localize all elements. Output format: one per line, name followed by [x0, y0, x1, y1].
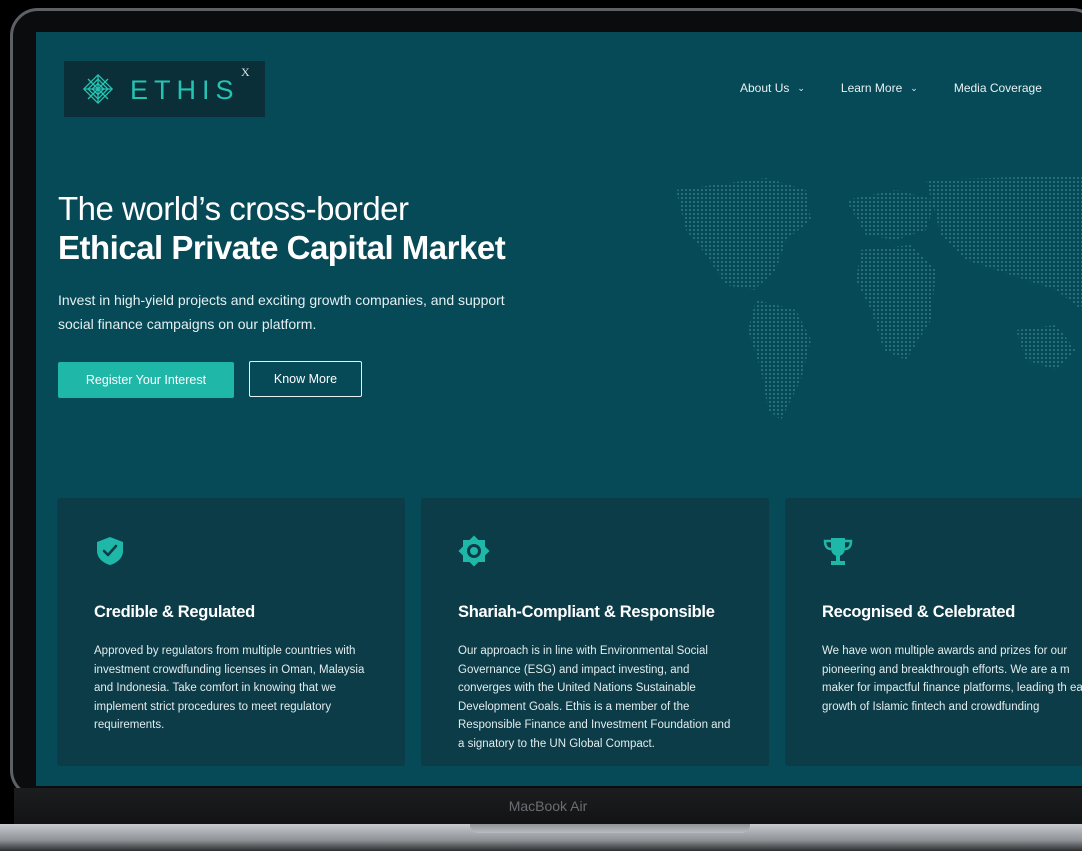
logo-mark-icon — [82, 73, 114, 105]
chevron-down-icon: ⌄ — [797, 82, 805, 93]
card-title: Shariah-Compliant & Responsible — [458, 603, 715, 621]
chevron-down-icon: ⌄ — [910, 82, 918, 93]
device-label: MacBook Air — [508, 798, 588, 814]
nav-item-label: About Us — [740, 81, 790, 95]
shield-check-icon — [97, 537, 123, 565]
nav-item-learn-more[interactable]: Learn More ⌄ — [841, 81, 918, 95]
hero-title-line2: Ethical Private Capital Market — [58, 229, 506, 266]
laptop-notch — [470, 824, 750, 833]
world-map-illustration — [676, 175, 1082, 420]
browser-screen: ETHIS X About Us ⌄ Learn More ⌄ Media Co… — [36, 32, 1082, 786]
card-title: Credible & Regulated — [94, 603, 255, 621]
laptop-chin: MacBook Air — [14, 788, 1082, 824]
card-body: Approved by regulators from multiple cou… — [94, 645, 365, 731]
nav-item-about-us[interactable]: About Us ⌄ — [740, 81, 805, 95]
logo-wordmark: ETHIS — [130, 75, 240, 105]
feature-card-shariah: Shariah-Compliant & Responsible Our appr… — [421, 498, 769, 766]
trophy-icon — [823, 538, 853, 565]
register-interest-button[interactable]: Register Your Interest — [58, 362, 234, 398]
card-body: Our approach is in line with Environment… — [458, 645, 731, 750]
card-body: We have won multiple awards and prizes f… — [822, 645, 1082, 713]
know-more-button[interactable]: Know More — [249, 361, 362, 397]
feature-card-recognised: Recognised & Celebrated We have won mult… — [785, 498, 1082, 766]
card-title: Recognised & Celebrated — [822, 603, 1015, 621]
logo-superscript: X — [241, 65, 250, 79]
nav-item-label: Media Coverage — [953, 81, 1042, 95]
brand-logo[interactable]: ETHIS X — [64, 61, 265, 117]
hero-title-line1: The world’s cross-border — [58, 190, 409, 227]
main-nav: About Us ⌄ Learn More ⌄ Media Coverage — [740, 81, 1078, 95]
nav-item-label: Learn More — [840, 81, 903, 95]
hero-subtitle: Invest in high-yield projects and exciti… — [58, 292, 505, 332]
star-badge-icon — [458, 535, 490, 567]
nav-item-media-coverage[interactable]: Media Coverage — [954, 81, 1042, 95]
feature-card-credible: Credible & Regulated Approved by regulat… — [57, 498, 405, 766]
